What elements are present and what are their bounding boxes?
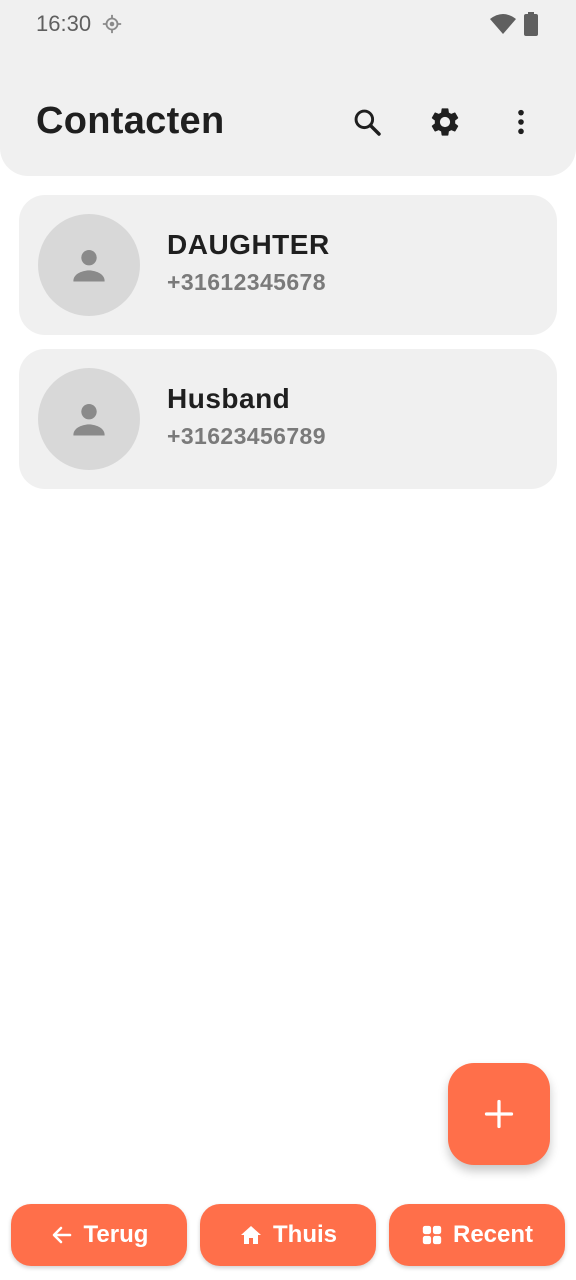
back-label: Terug (83, 1221, 149, 1248)
settings-button[interactable] (423, 100, 467, 144)
more-options-button[interactable] (499, 100, 543, 144)
location-icon (102, 14, 122, 34)
contact-phone: +31623456789 (167, 423, 326, 449)
contact-name: DAUGHTER (167, 229, 330, 260)
contact-name: Husband (167, 383, 291, 414)
arrow-left-icon (52, 1226, 71, 1244)
home-icon (241, 1226, 261, 1244)
grid-icon (422, 1225, 442, 1245)
gear-icon (431, 108, 459, 136)
search-icon (354, 109, 381, 136)
recent-button[interactable]: Recent (389, 1204, 565, 1266)
page-title: Contacten (36, 100, 225, 142)
wifi-icon (490, 14, 516, 34)
contact-card[interactable]: DAUGHTER +31612345678 (19, 195, 557, 335)
plus-icon (484, 1099, 514, 1129)
home-label: Thuis (273, 1221, 337, 1248)
person-icon (73, 403, 105, 436)
status-time: 16:30 (36, 11, 92, 36)
recent-label: Recent (452, 1221, 534, 1248)
contact-phone: +31612345678 (167, 269, 326, 295)
battery-icon (524, 12, 538, 36)
person-icon (73, 249, 105, 282)
back-button[interactable]: Terug (11, 1204, 187, 1266)
add-contact-button[interactable] (448, 1063, 550, 1165)
app-header: 16:30 Contacten (0, 0, 576, 176)
home-button[interactable]: Thuis (200, 1204, 376, 1266)
avatar (38, 214, 140, 316)
search-button[interactable] (345, 100, 389, 144)
more-vert-icon (518, 109, 524, 135)
contact-card[interactable]: Husband +31623456789 (19, 349, 557, 489)
avatar (38, 368, 140, 470)
